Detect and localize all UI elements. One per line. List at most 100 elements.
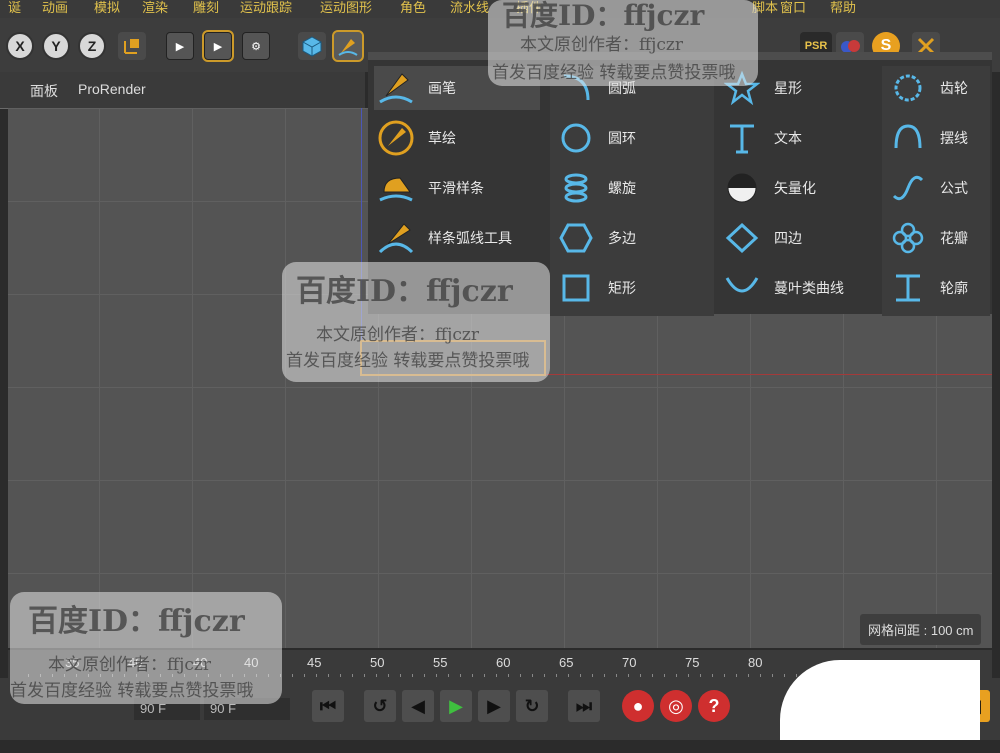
profile-menu-item[interactable]: 轮廓 [886, 266, 986, 310]
helix-menu-item[interactable]: 螺旋 [554, 166, 710, 210]
profile-icon [886, 266, 930, 310]
flower-menu-item[interactable]: 花瓣 [886, 216, 986, 260]
menu-item-label: 蔓叶类曲线 [774, 280, 844, 296]
flower-icon [886, 216, 930, 260]
sketch-icon [374, 116, 418, 160]
cycloid-menu-item[interactable]: 摆线 [886, 116, 986, 160]
play-icon: ▶ [449, 695, 463, 716]
rectangle-icon [554, 266, 598, 310]
frame-tick: 75 [685, 655, 700, 670]
z-axis-lock-button[interactable]: Z [78, 32, 106, 60]
cube-button[interactable] [298, 32, 326, 60]
menu-item[interactable]: 窗口 [780, 0, 806, 16]
next-key-button[interactable]: ↻ [516, 690, 548, 722]
clapper-gear-icon: ⚙ [251, 40, 261, 53]
menu-item-label: 多边 [608, 230, 636, 246]
frame-tick: 50 [370, 655, 385, 670]
pen-icon [374, 66, 418, 110]
clapper-icon: ▶ [213, 40, 223, 53]
menu-item[interactable]: 帮助 [830, 0, 856, 16]
menu-item-label: 圆环 [608, 130, 636, 146]
cissoid-menu-item[interactable]: 蔓叶类曲线 [720, 266, 876, 310]
smooth-spline-menu-item[interactable]: 平滑样条 [374, 166, 540, 210]
step-forward-icon: ▶ [487, 695, 501, 716]
menu-item-label: 草绘 [428, 130, 456, 146]
cogwheel-icon [886, 66, 930, 110]
iron-icon [374, 166, 418, 210]
vectorizer-icon [720, 166, 764, 210]
forward-icon: ↻ [524, 695, 540, 716]
frame-tick: 45 [307, 655, 322, 670]
menu-column-4: 齿轮 摆线 公式 花瓣 轮廓 [882, 66, 990, 316]
panel-menu[interactable]: 面板 [30, 81, 58, 101]
pen-tool-button[interactable] [332, 30, 364, 62]
coordinate-icon [124, 39, 139, 54]
menu-item-label: 公式 [940, 180, 968, 196]
skip-end-icon: ⏭ [575, 695, 593, 716]
diamond-icon [720, 216, 764, 260]
record-active-button[interactable]: ● [622, 690, 654, 722]
menu-item-label: 齿轮 [940, 80, 968, 96]
step-back-icon: ◀ [411, 695, 425, 716]
prorender-menu[interactable]: ProRender [78, 81, 146, 97]
menu-item-label: 星形 [774, 80, 802, 96]
menu-item[interactable]: 流水线 [450, 0, 489, 16]
menu-item[interactable]: 模拟 [94, 0, 120, 16]
cube-icon [302, 36, 322, 57]
menu-item[interactable]: 诞 [8, 0, 21, 16]
render-view-button[interactable]: ▶ [166, 32, 194, 60]
circle-menu-item[interactable]: 圆环 [554, 116, 710, 160]
sketch-menu-item[interactable]: 草绘 [374, 116, 540, 160]
cogwheel-menu-item[interactable]: 齿轮 [886, 66, 986, 110]
menu-item-label: 平滑样条 [428, 180, 484, 196]
menu-item[interactable]: 动画 [42, 0, 68, 16]
next-frame-button[interactable]: ▶ [478, 690, 510, 722]
keyframe-selection-button[interactable]: ? [698, 690, 730, 722]
y-axis-lock-button[interactable]: Y [42, 32, 70, 60]
cissoid-icon [720, 266, 764, 310]
skip-start-icon: ⏮ [319, 695, 337, 716]
formula-icon [886, 166, 930, 210]
menu-item-label: 四边 [774, 230, 802, 246]
menu-item[interactable]: 角色 [400, 0, 426, 16]
menu-item-label: 矩形 [608, 280, 636, 296]
vectorizer-menu-item[interactable]: 矢量化 [720, 166, 876, 210]
previous-frame-button[interactable]: ◀ [402, 690, 434, 722]
x-label: X [15, 38, 25, 54]
key-icon: ● [632, 695, 644, 716]
menu-column-2: 圆弧 圆环 螺旋 多边 矩形 [550, 66, 714, 316]
menu-item-label: 文本 [774, 130, 802, 146]
frame-tick: 60 [496, 655, 511, 670]
menu-item[interactable]: 渲染 [142, 0, 168, 16]
psr-label: PSR [804, 40, 828, 52]
image-corner-overlay [780, 660, 980, 740]
previous-key-button[interactable]: ↺ [364, 690, 396, 722]
play-button[interactable]: ▶ [440, 690, 472, 722]
viewport-menu-bar: 面板 ProRender [0, 72, 365, 109]
menu-item-label: 摆线 [940, 130, 968, 146]
pen-icon [338, 39, 358, 56]
rectangle-menu-item[interactable]: 矩形 [554, 266, 710, 310]
y-label: Y [51, 38, 61, 54]
render-settings-button[interactable]: ⚙ [242, 32, 270, 60]
polygon-menu-item[interactable]: 多边 [554, 216, 710, 260]
spline-arc-tool-menu-item[interactable]: 样条弧线工具 [374, 216, 540, 260]
coordinate-system-button[interactable] [118, 32, 146, 60]
formula-menu-item[interactable]: 公式 [886, 166, 986, 210]
auto-key-button[interactable]: ◎ [660, 690, 692, 722]
go-to-end-button[interactable]: ⏭ [568, 690, 600, 722]
menu-item[interactable]: 雕刻 [193, 0, 219, 16]
question-icon: ? [708, 695, 720, 716]
menu-item[interactable]: 运动图形 [320, 0, 372, 16]
go-to-start-button[interactable]: ⏮ [312, 690, 344, 722]
x-axis-lock-button[interactable]: X [6, 32, 34, 60]
menu-item-label: 花瓣 [940, 230, 968, 246]
text-menu-item[interactable]: 文本 [720, 116, 876, 160]
render-region-button[interactable]: ▶ [202, 30, 234, 62]
clapper-icon: ▶ [175, 40, 185, 53]
watermark-backdrop [10, 592, 282, 704]
hexagon-icon [554, 216, 598, 260]
four-side-menu-item[interactable]: 四边 [720, 216, 876, 260]
menu-item-label: 螺旋 [608, 180, 636, 196]
menu-item[interactable]: 运动跟踪 [240, 0, 292, 16]
